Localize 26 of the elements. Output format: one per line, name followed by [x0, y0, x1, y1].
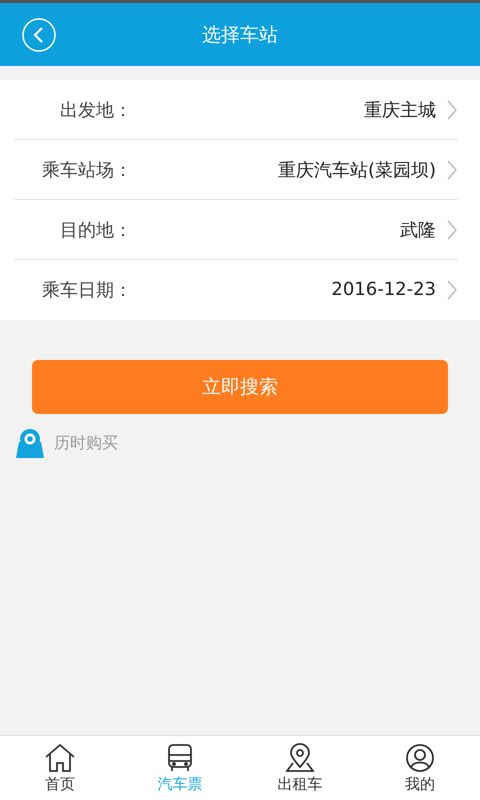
field-value: 重庆汽车站(菜园坝) — [276, 158, 436, 182]
field-label: 出发地： — [59, 98, 132, 122]
field-label: 目的地： — [59, 218, 132, 242]
chevron-icon — [446, 218, 458, 240]
location-bag-icon — [14, 428, 46, 458]
back-icon — [22, 18, 56, 52]
back-button[interactable] — [22, 18, 56, 52]
form-row[interactable]: 出发地： 重庆主城 — [14, 80, 458, 140]
form-row[interactable]: 乘车站场： 重庆汽车站(菜园坝) — [14, 140, 458, 200]
home-icon — [44, 742, 76, 772]
form-row[interactable]: 乘车日期： 2016-12-23 — [14, 260, 458, 319]
user-icon — [404, 742, 436, 772]
field-value: 武隆 — [399, 218, 436, 242]
form-row[interactable]: 目的地： 武隆 — [14, 200, 458, 260]
chevron-icon — [446, 278, 458, 300]
screen-title: 选择车站 — [201, 22, 279, 48]
chevron-icon — [446, 98, 458, 120]
field-value: 重庆主城 — [363, 98, 436, 122]
nav-tab[interactable]: 我的 — [360, 736, 480, 800]
field-value: 2016-12-23 — [330, 279, 436, 300]
nav-tab[interactable]: 首页 — [0, 736, 120, 800]
chevron-icon — [446, 158, 458, 180]
map-pin-icon — [284, 742, 316, 772]
field-label: 乘车日期： — [41, 278, 132, 302]
nav-tab[interactable]: 出租车 — [240, 736, 360, 800]
field-label: 乘车站场： — [41, 158, 132, 182]
